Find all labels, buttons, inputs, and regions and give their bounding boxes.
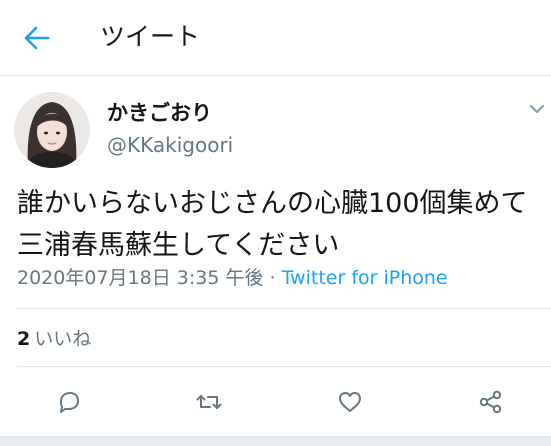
tweet-timestamp[interactable]: 2020年07月18日 3:35 午後 [17, 267, 263, 289]
like-icon[interactable] [336, 388, 364, 416]
divider [17, 308, 551, 309]
avatar[interactable] [14, 92, 90, 168]
likes-count: 2 [17, 328, 31, 350]
retweet-icon[interactable] [195, 388, 223, 416]
chevron-down-icon[interactable] [528, 100, 546, 118]
author-handle[interactable]: @KKakigoori [107, 131, 233, 159]
likes-count-row[interactable]: 2 いいね [17, 325, 91, 353]
share-icon[interactable] [477, 388, 505, 416]
author-display-name[interactable]: かきごおり [107, 98, 212, 128]
top-bar: ツイート [0, 0, 551, 76]
divider [17, 366, 551, 367]
back-arrow-icon[interactable] [22, 24, 52, 52]
page-title: ツイート [100, 22, 201, 51]
likes-label: いいね [34, 328, 92, 350]
reply-icon[interactable] [55, 388, 83, 416]
tweet-meta: 2020年07月18日 3:35 午後 · Twitter for iPhone [17, 264, 448, 292]
tweet-source-link[interactable]: Twitter for iPhone [282, 267, 448, 289]
tweet-actions [0, 382, 551, 422]
tweet-text: 誰かいらないおじさんの心臓100個集めて三浦春馬蘇生してください [17, 188, 528, 261]
section-divider [0, 436, 551, 446]
meta-separator: · [269, 267, 276, 289]
